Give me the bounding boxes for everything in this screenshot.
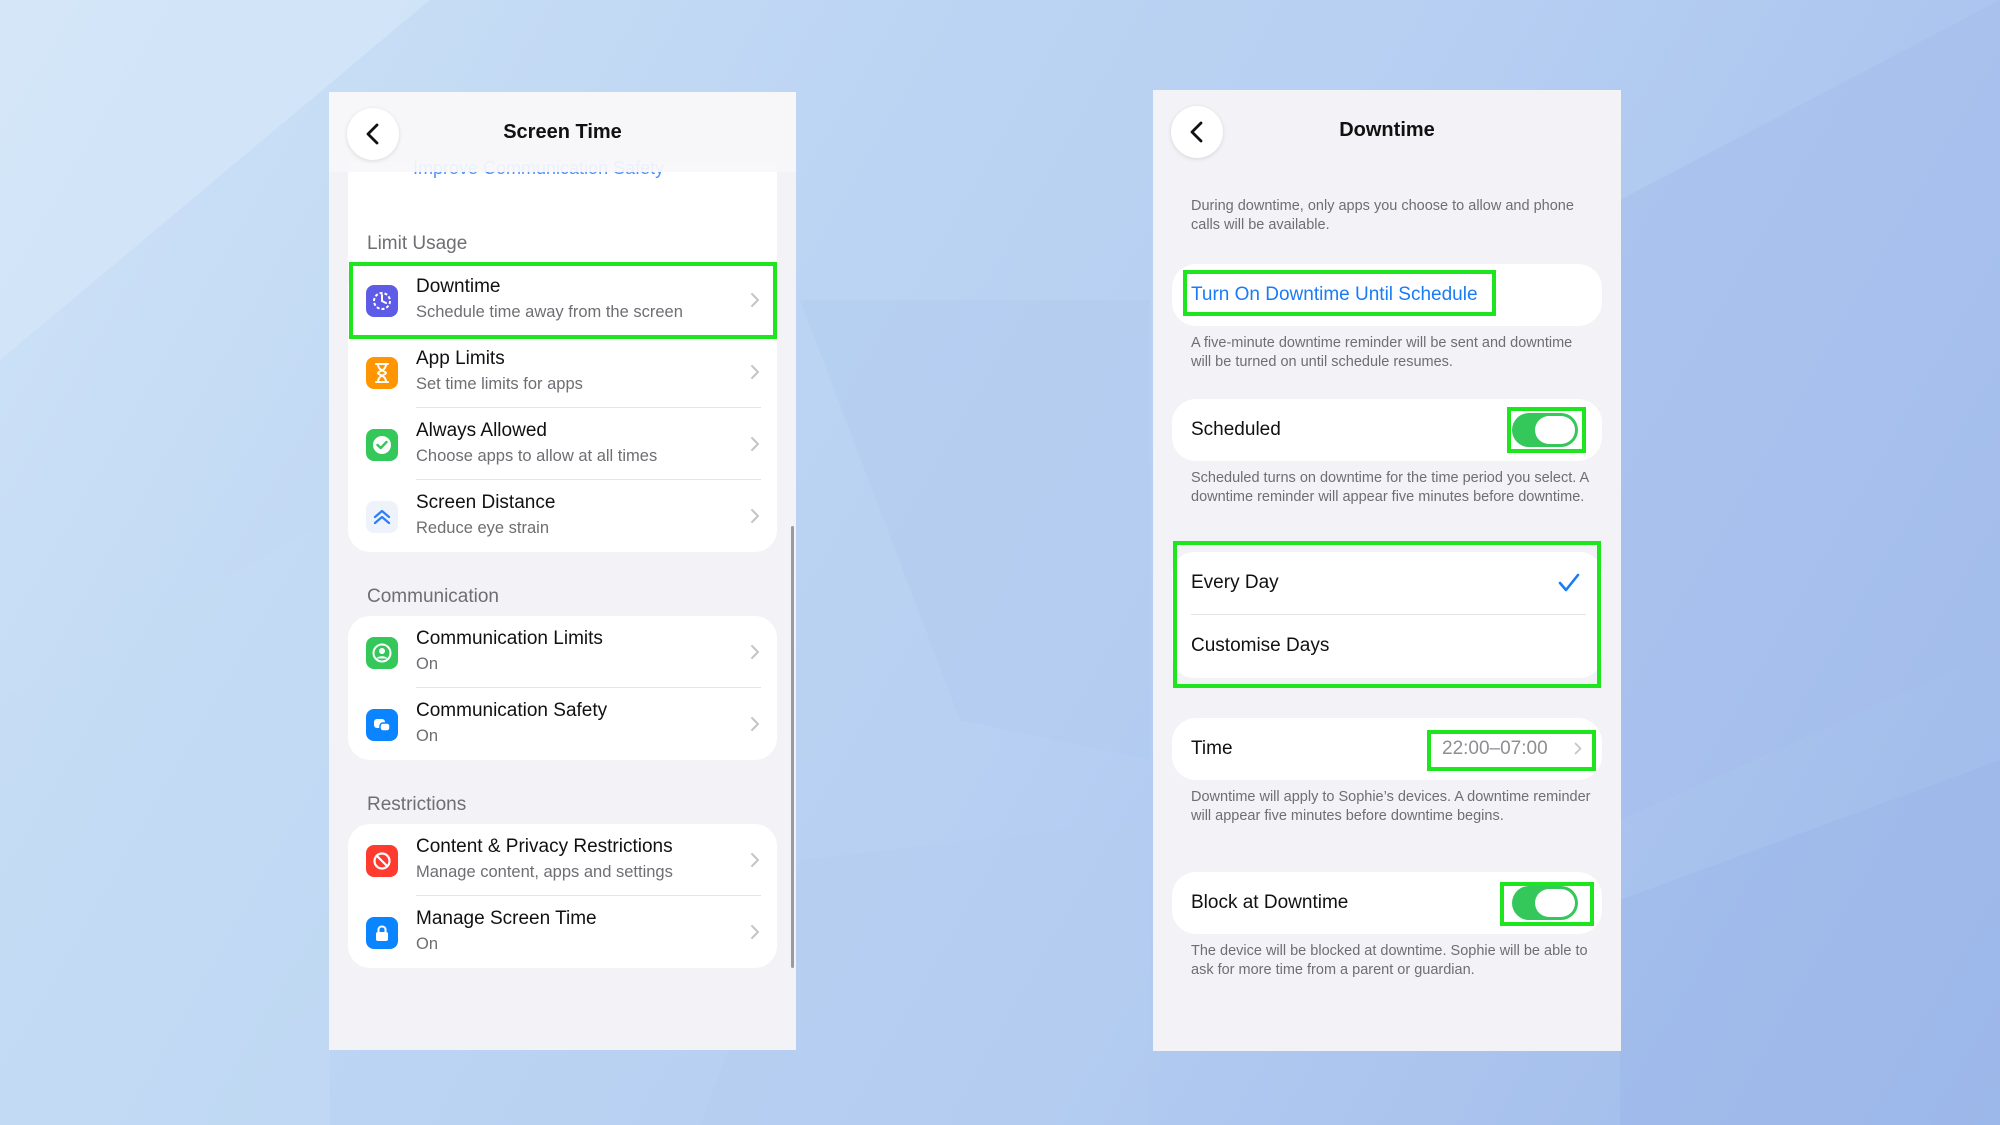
lock-icon xyxy=(366,917,398,949)
section-header-restrictions: Restrictions xyxy=(367,794,467,815)
chevron-right-icon xyxy=(751,365,759,379)
page-title: Downtime xyxy=(1339,119,1435,141)
row-always-allowed[interactable]: Always Allowed Choose apps to allow at a… xyxy=(348,408,777,480)
time-label: Time xyxy=(1191,738,1233,759)
page-title: Screen Time xyxy=(503,121,622,143)
row-title: Manage Screen Time xyxy=(416,908,597,929)
time-note: Downtime will apply to Sophie’s devices.… xyxy=(1191,789,1591,824)
screen-time-screen: Improve Communication Safety Screen Time… xyxy=(329,92,796,1050)
block-at-downtime-note: The device will be blocked at downtime. … xyxy=(1191,943,1588,978)
row-subtitle: Set time limits for apps xyxy=(416,375,583,393)
turn-on-downtime-note: A five-minute downtime reminder will be … xyxy=(1191,335,1573,370)
highlight-downtime-row xyxy=(349,262,777,339)
restrictions-group: Content & Privacy Restrictions Manage co… xyxy=(348,824,777,968)
row-title: Always Allowed xyxy=(416,420,547,441)
row-subtitle: On xyxy=(416,727,439,745)
highlight-schedule-days xyxy=(1173,541,1601,688)
chevron-right-icon xyxy=(751,853,759,867)
chevrons-up-icon xyxy=(366,501,398,533)
row-title: Content & Privacy Restrictions xyxy=(416,836,673,857)
highlight-turn-on-downtime xyxy=(1183,270,1496,316)
section-header-communication: Communication xyxy=(367,586,499,607)
hourglass-icon xyxy=(366,357,398,389)
row-title: App Limits xyxy=(416,348,505,369)
scheduled-label: Scheduled xyxy=(1191,419,1281,440)
row-subtitle: On xyxy=(416,935,439,953)
row-communication-safety[interactable]: Communication Safety On xyxy=(348,688,777,760)
highlight-scheduled-toggle xyxy=(1507,407,1586,453)
scheduled-note: Scheduled turns on downtime for the time… xyxy=(1191,470,1589,505)
communication-group: Communication Limits On Communication Sa… xyxy=(348,616,777,760)
chevron-right-icon xyxy=(751,645,759,659)
chevron-right-icon xyxy=(751,717,759,731)
row-screen-distance[interactable]: Screen Distance Reduce eye strain xyxy=(348,480,777,552)
highlight-time-value xyxy=(1427,730,1596,771)
row-subtitle: Manage content, apps and settings xyxy=(416,863,673,881)
nav-bar: Downtime xyxy=(1153,90,1621,170)
row-title: Screen Distance xyxy=(416,492,556,513)
row-communication-limits[interactable]: Communication Limits On xyxy=(348,616,777,688)
nav-bar: Screen Time xyxy=(329,92,796,172)
no-entry-icon xyxy=(366,845,398,877)
block-at-downtime-label: Block at Downtime xyxy=(1191,892,1349,913)
checkmark-seal-icon xyxy=(366,429,398,461)
row-app-limits[interactable]: App Limits Set time limits for apps xyxy=(348,336,777,408)
downtime-intro-text: During downtime, only apps you choose to… xyxy=(1191,198,1574,233)
row-subtitle: On xyxy=(416,655,439,673)
row-subtitle: Reduce eye strain xyxy=(416,519,549,537)
chat-bubbles-icon xyxy=(366,709,398,741)
chevron-right-icon xyxy=(751,925,759,939)
downtime-screen: Downtime During downtime, only apps you … xyxy=(1153,90,1621,1051)
row-title: Communication Limits xyxy=(416,628,603,649)
section-header-limit-usage: Limit Usage xyxy=(367,233,468,254)
background-shapes xyxy=(0,0,2000,1125)
person-circle-icon xyxy=(366,637,398,669)
highlight-block-toggle xyxy=(1500,882,1594,926)
row-manage-screen-time[interactable]: Manage Screen Time On xyxy=(348,896,777,968)
chevron-right-icon xyxy=(751,509,759,523)
chevron-right-icon xyxy=(751,437,759,451)
row-content-privacy-restrictions[interactable]: Content & Privacy Restrictions Manage co… xyxy=(348,824,777,896)
row-title: Communication Safety xyxy=(416,700,608,721)
scrollbar[interactable] xyxy=(791,526,794,968)
row-subtitle: Choose apps to allow at all times xyxy=(416,447,658,465)
